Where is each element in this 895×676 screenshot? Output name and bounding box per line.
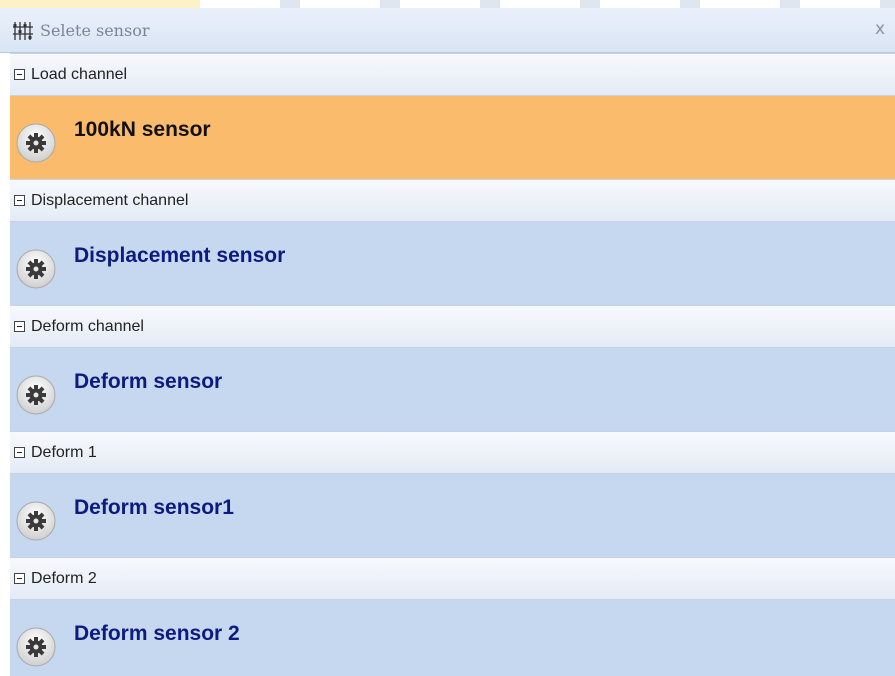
group-header-displacement-channel[interactable]: Displacement channel — [10, 179, 895, 222]
group-header-load-channel[interactable]: Load channel — [10, 53, 895, 96]
title-bar: Selete sensor x — [0, 8, 895, 53]
sensor-name: Deform sensor — [74, 370, 223, 393]
background-tab — [0, 0, 200, 8]
group-header-label: Deform channel — [31, 317, 144, 335]
sensor-grid-icon — [13, 22, 33, 40]
group-header-deform-2[interactable]: Deform 2 — [10, 557, 895, 600]
gear-icon — [16, 627, 56, 667]
sensor-item-deform-1[interactable]: Deform sensor1 — [10, 474, 895, 557]
group-header-label: Displacement channel — [31, 191, 189, 209]
sensor-name: Deform sensor1 — [74, 496, 234, 519]
collapse-box-icon[interactable] — [14, 573, 25, 584]
sensor-item-100kn[interactable]: 100kN sensor — [10, 96, 895, 179]
sensor-list: Load channel 100kN sensor Displacement c… — [10, 53, 895, 676]
group-header-label: Load channel — [31, 65, 128, 83]
collapse-box-icon[interactable] — [14, 69, 25, 80]
collapse-box-icon[interactable] — [14, 321, 25, 332]
sensor-name: Displacement sensor — [74, 244, 286, 267]
sensor-item-displacement[interactable]: Displacement sensor — [10, 222, 895, 305]
sensor-name: 100kN sensor — [74, 118, 211, 141]
close-button[interactable]: x — [875, 19, 885, 39]
group-header-deform-1[interactable]: Deform 1 — [10, 431, 895, 474]
sensor-name: Deform sensor 2 — [74, 622, 240, 645]
select-sensor-window: Selete sensor x Load channel 100kN senso… — [0, 0, 895, 676]
gear-icon — [16, 123, 56, 163]
gear-icon — [16, 501, 56, 541]
collapse-box-icon[interactable] — [14, 195, 25, 206]
sensor-item-deform-2[interactable]: Deform sensor 2 — [10, 600, 895, 676]
gear-icon — [16, 249, 56, 289]
sensor-item-deform[interactable]: Deform sensor — [10, 348, 895, 431]
background-strip — [0, 0, 895, 8]
group-header-label: Deform 1 — [31, 443, 97, 461]
collapse-box-icon[interactable] — [14, 447, 25, 458]
group-header-deform-channel[interactable]: Deform channel — [10, 305, 895, 348]
window-title: Selete sensor — [40, 21, 150, 40]
group-header-label: Deform 2 — [31, 569, 97, 587]
gear-icon — [16, 375, 56, 415]
